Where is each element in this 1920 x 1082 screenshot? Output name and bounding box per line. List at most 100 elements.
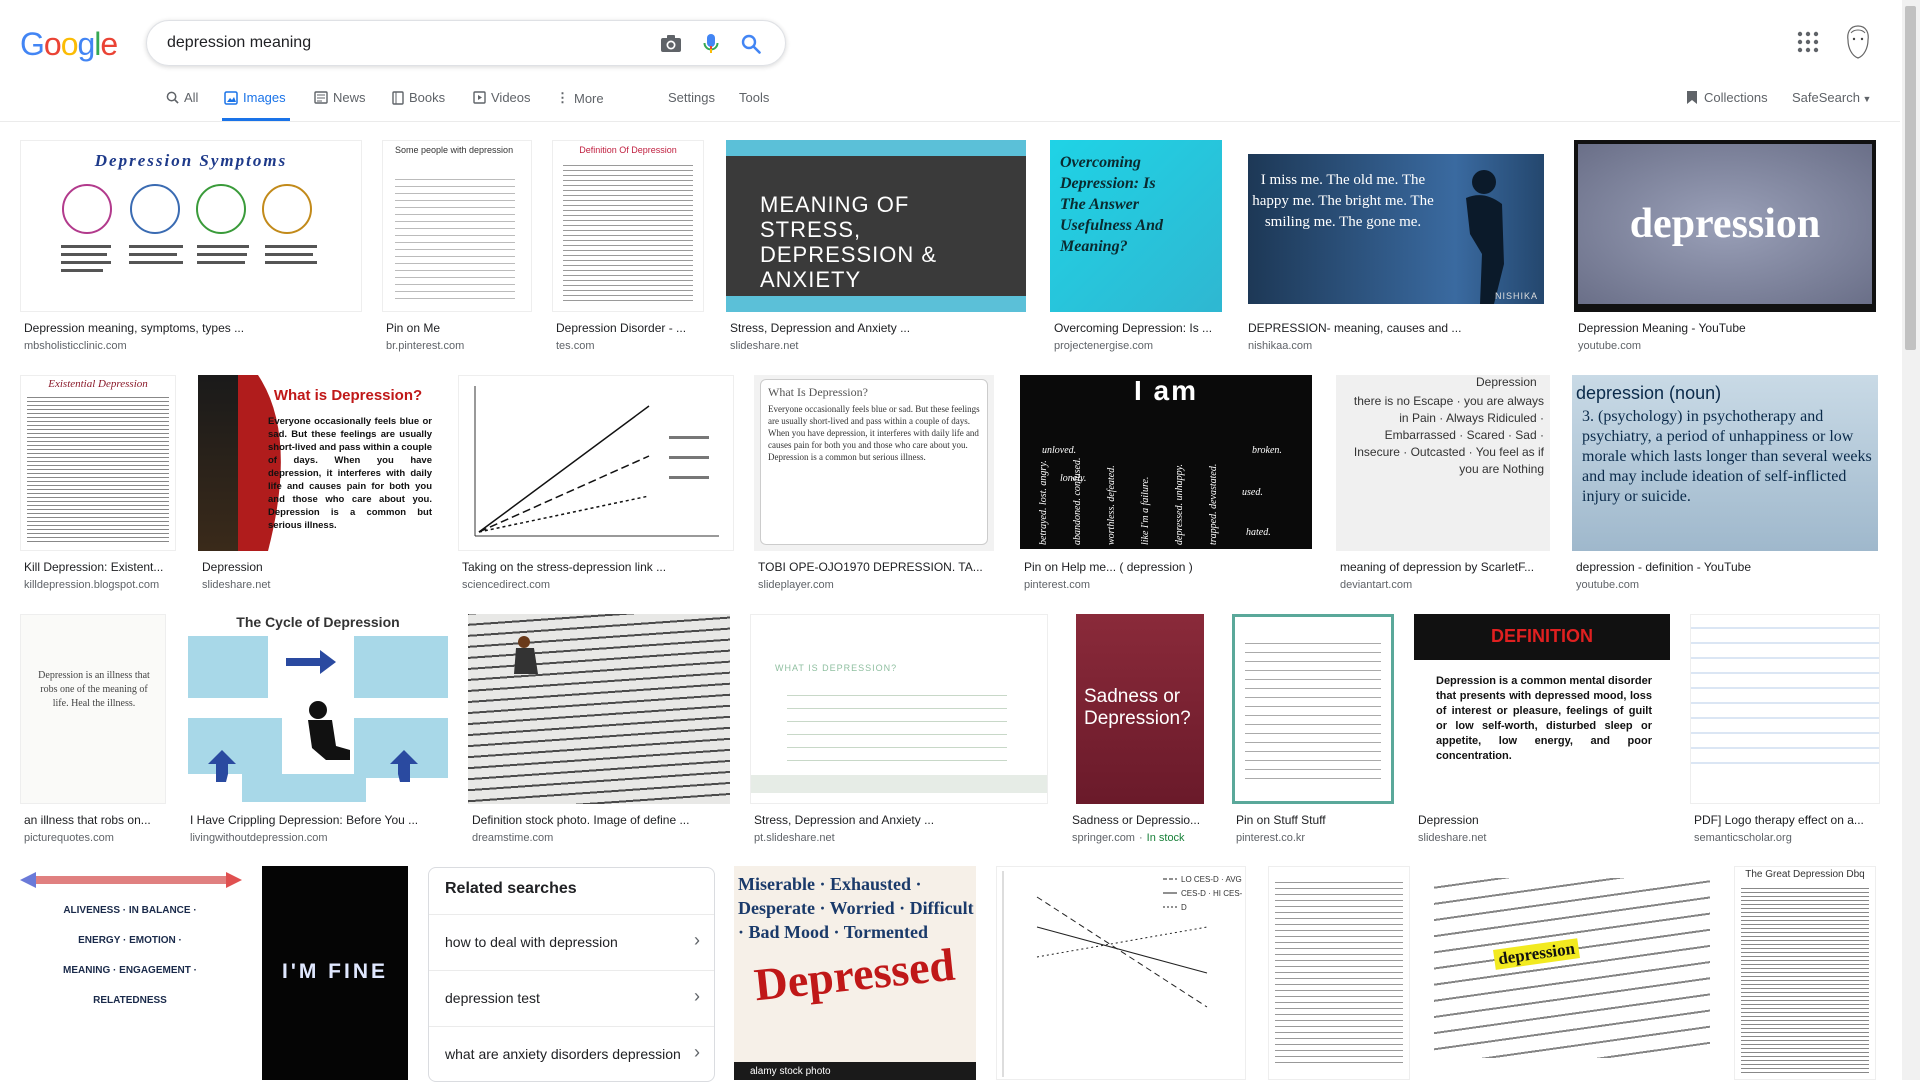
result-thumbnail[interactable]: Some people with depression: [382, 140, 532, 312]
result-caption[interactable]: Taking on the stress-depression link ...: [462, 560, 736, 574]
result-source[interactable]: youtube.com: [1576, 579, 1639, 591]
tab-news[interactable]: News: [314, 90, 366, 105]
result-thumbnail[interactable]: I'M FINE: [262, 866, 408, 1080]
result-thumbnail[interactable]: [1690, 614, 1880, 804]
result-thumbnail[interactable]: Sadness or Depression?: [1068, 614, 1206, 804]
result-caption[interactable]: Pin on Stuff Stuff: [1236, 813, 1396, 827]
result-caption[interactable]: Depression meaning, symptoms, types ...: [24, 321, 364, 335]
result-caption[interactable]: depression - definition - YouTube: [1576, 560, 1880, 574]
result-caption[interactable]: Depression Disorder - ...: [556, 321, 706, 335]
result-thumbnail[interactable]: I miss me. The old me. The happy me. The…: [1244, 140, 1552, 312]
result-thumbnail[interactable]: DEFINITION Depression is a common mental…: [1414, 614, 1670, 804]
result-caption[interactable]: PDF] Logo therapy effect on a...: [1694, 813, 1882, 827]
result-thumbnail[interactable]: Miserable · Exhausted · Desperate · Worr…: [734, 866, 976, 1080]
thumb-text: What Is Depression?: [768, 385, 868, 399]
search-input[interactable]: depression meaning: [167, 34, 311, 52]
result-thumbnail[interactable]: What is Depression? Everyone occasionall…: [198, 375, 438, 551]
result-thumbnail[interactable]: Definition Of Depression: [552, 140, 704, 312]
result-source[interactable]: nishikaa.com: [1248, 340, 1312, 352]
result-caption[interactable]: Pin on Help me... ( depression ): [1024, 560, 1314, 574]
result-thumbnail[interactable]: What Is Depression? Everyone occasionall…: [754, 375, 994, 551]
camera-icon[interactable]: [659, 32, 683, 56]
thumb-sub: Depression is a common mental disorder t…: [1436, 675, 1652, 762]
search-box[interactable]: depression meaning: [146, 20, 786, 66]
result-caption[interactable]: an illness that robs on...: [24, 813, 168, 827]
result-source[interactable]: mbsholisticclinic.com: [24, 340, 127, 352]
thumb-sub: Everyone occasionally feels blue or sad.…: [268, 416, 432, 531]
thumb-text: depression (noun): [1576, 383, 1722, 403]
result-caption[interactable]: Depression: [1418, 813, 1672, 827]
result-thumbnail[interactable]: ALIVENESS · IN BALANCE · ENERGY · EMOTIO…: [20, 866, 242, 1080]
result-caption[interactable]: Sadness or Depressio...: [1072, 813, 1208, 827]
result-caption[interactable]: I Have Crippling Depression: Before You …: [190, 813, 452, 827]
result-caption[interactable]: TOBI OPE-OJO1970 DEPRESSION. TA...: [758, 560, 996, 574]
tab-images[interactable]: Images: [224, 90, 286, 105]
result-thumbnail[interactable]: Depression is an illness that robs one o…: [20, 614, 166, 804]
tab-all[interactable]: All: [166, 90, 198, 105]
result-thumbnail[interactable]: MEANING OF STRESS, DEPRESSION & ANXIETY: [726, 140, 1026, 312]
result-source[interactable]: springer.com · In stock: [1072, 832, 1185, 844]
apps-grid-icon[interactable]: [1796, 30, 1820, 54]
collections-button[interactable]: Collections: [1686, 90, 1768, 105]
related-search-item[interactable]: depression test ›: [429, 970, 714, 1026]
result-thumbnail[interactable]: LO CES-D · AVG CES-D · HI CES-D: [996, 866, 1246, 1080]
result-thumbnail[interactable]: depression: [1434, 866, 1710, 1080]
collections-label: Collections: [1704, 90, 1768, 105]
result-source[interactable]: semanticscholar.org: [1694, 832, 1792, 844]
result-source[interactable]: slideshare.net: [730, 340, 799, 352]
result-source[interactable]: slideplayer.com: [758, 579, 834, 591]
result-thumbnail[interactable]: [458, 375, 734, 551]
result-thumbnail[interactable]: I am betrayed. lost. angry. abandoned. co…: [1020, 375, 1312, 551]
result-source[interactable]: deviantart.com: [1340, 579, 1412, 591]
scrollbar-thumb[interactable]: [1905, 6, 1916, 350]
result-thumbnail[interactable]: Depression there is no Escape · you are …: [1336, 375, 1550, 551]
result-source[interactable]: br.pinterest.com: [386, 340, 464, 352]
account-avatar[interactable]: [1842, 24, 1874, 60]
result-caption[interactable]: DEPRESSION- meaning, causes and ...: [1248, 321, 1554, 335]
tab-tools[interactable]: Tools: [739, 90, 769, 105]
result-caption[interactable]: Stress, Depression and Anxiety ...: [754, 813, 1050, 827]
search-icon[interactable]: [739, 32, 763, 56]
result-source[interactable]: pinterest.com: [1024, 579, 1090, 591]
result-source[interactable]: projectenergise.com: [1054, 340, 1153, 352]
related-search-item[interactable]: how to deal with depression ›: [429, 914, 714, 970]
result-source[interactable]: killdepression.blogspot.com: [24, 579, 159, 591]
result-thumbnail[interactable]: The Great Depression Dbq: [1734, 866, 1876, 1080]
result-thumbnail[interactable]: depression (noun) 3. (psychology) in psy…: [1572, 375, 1878, 551]
result-source[interactable]: youtube.com: [1578, 340, 1641, 352]
result-caption[interactable]: Kill Depression: Existent...: [24, 560, 178, 574]
result-caption[interactable]: Overcoming Depression: Is ...: [1054, 321, 1224, 335]
result-thumbnail[interactable]: depression: [1574, 140, 1876, 312]
result-thumbnail[interactable]: [1268, 866, 1410, 1080]
result-thumbnail[interactable]: WHAT IS DEPRESSION?: [750, 614, 1048, 804]
result-source[interactable]: dreamstime.com: [472, 832, 553, 844]
result-caption[interactable]: Pin on Me: [386, 321, 534, 335]
result-thumbnail[interactable]: [1232, 614, 1394, 804]
related-search-item[interactable]: what are anxiety disorders depression ›: [429, 1026, 714, 1082]
result-source[interactable]: pinterest.co.kr: [1236, 832, 1305, 844]
safesearch-button[interactable]: SafeSearch ▼: [1792, 90, 1871, 105]
result-source[interactable]: livingwithoutdepression.com: [190, 832, 328, 844]
result-caption[interactable]: Depression: [202, 560, 440, 574]
result-source[interactable]: tes.com: [556, 340, 595, 352]
result-source[interactable]: picturequotes.com: [24, 832, 114, 844]
result-source[interactable]: pt.slideshare.net: [754, 832, 835, 844]
result-thumbnail[interactable]: [468, 614, 730, 804]
result-thumbnail[interactable]: Depression Symptoms: [20, 140, 362, 312]
tab-videos[interactable]: Videos: [473, 90, 531, 105]
result-source[interactable]: slideshare.net: [1418, 832, 1487, 844]
google-logo[interactable]: Google: [20, 26, 118, 63]
result-thumbnail[interactable]: The Cycle of Depression: [186, 614, 450, 804]
result-thumbnail[interactable]: Overcoming Depression: Is The Answer Use…: [1050, 140, 1222, 312]
result-source[interactable]: slideshare.net: [202, 579, 271, 591]
tab-more[interactable]: ⋮ More: [556, 90, 604, 106]
result-caption[interactable]: Definition stock photo. Image of define …: [472, 813, 732, 827]
tab-books[interactable]: Books: [392, 90, 445, 105]
tab-settings[interactable]: Settings: [668, 90, 715, 105]
result-thumbnail[interactable]: Existential Depression: [20, 375, 176, 551]
result-source[interactable]: sciencedirect.com: [462, 579, 550, 591]
result-caption[interactable]: Depression Meaning - YouTube: [1578, 321, 1878, 335]
result-caption[interactable]: meaning of depression by ScarletF...: [1340, 560, 1552, 574]
result-caption[interactable]: Stress, Depression and Anxiety ...: [730, 321, 1028, 335]
mic-icon[interactable]: [699, 32, 723, 56]
